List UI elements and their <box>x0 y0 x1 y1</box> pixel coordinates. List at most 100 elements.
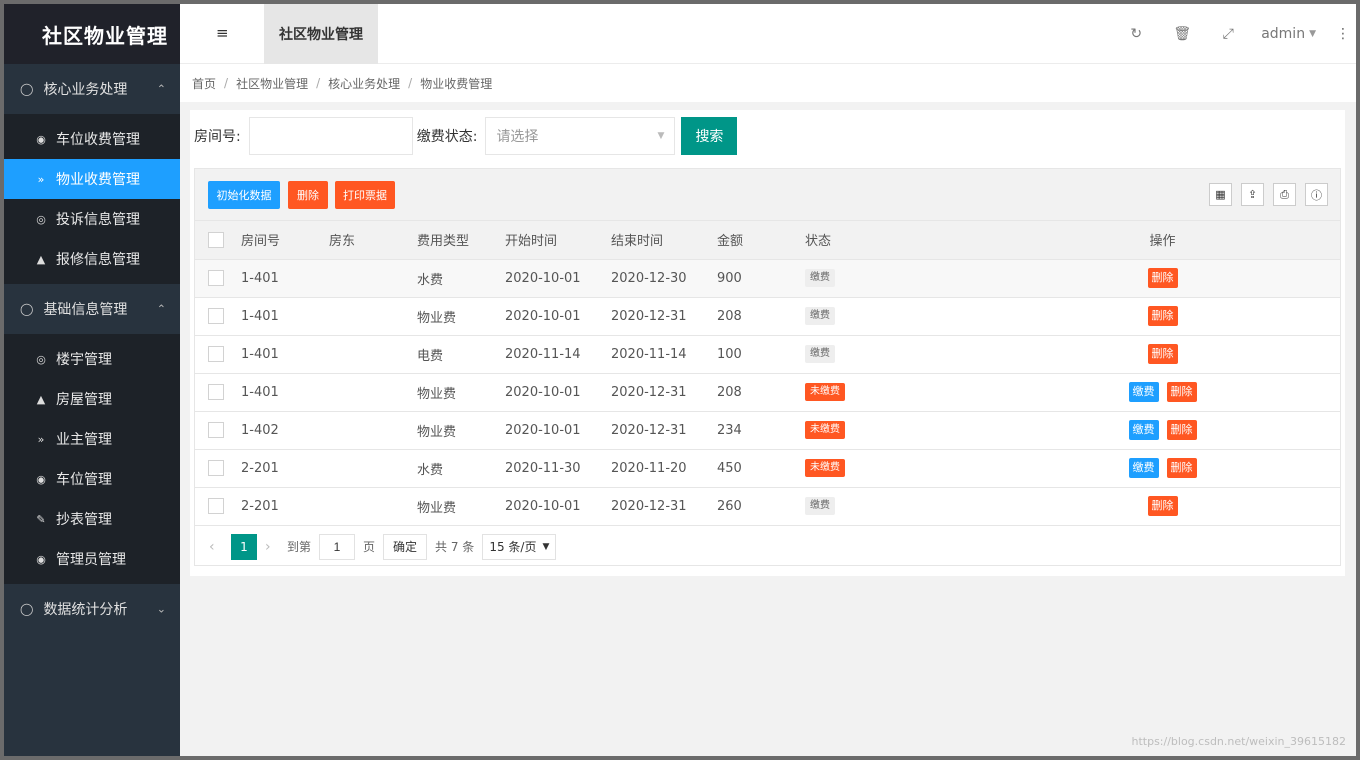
export-icon[interactable]: ⇪ <box>1241 183 1264 206</box>
info-icon[interactable]: ⓘ <box>1305 183 1328 206</box>
columns-icon[interactable]: ▦ <box>1209 183 1232 206</box>
room-cell: 1-401 <box>241 297 329 336</box>
batch-delete-button[interactable]: 删除 <box>288 181 328 209</box>
start-date-cell: 2020-11-14 <box>505 335 611 374</box>
start-date-cell: 2020-11-30 <box>505 449 611 488</box>
page-size-select[interactable]: 15 条/页 ▼ <box>482 533 557 560</box>
sidebar-item[interactable]: » 业主管理 <box>4 419 180 459</box>
end-date-cell: 2020-12-31 <box>611 373 717 412</box>
room-input[interactable] <box>248 117 413 155</box>
sidebar-item[interactable]: ◉ 管理员管理 <box>4 539 180 579</box>
main-card: 房间号: 缴费状态: 请选择 ▼ 搜索 初始化数据 删除 打印票据 ▦ ⇪ ⎙ … <box>190 110 1345 576</box>
pay-button[interactable]: 缴费 <box>1128 458 1159 478</box>
more-vertical-icon[interactable]: ⋮ <box>1330 26 1356 42</box>
refresh-icon[interactable]: ↻ <box>1113 26 1159 42</box>
column-header[interactable]: 结束时间 <box>611 221 717 260</box>
init-data-button[interactable]: 初始化数据 <box>208 181 280 209</box>
breadcrumb-item[interactable]: 核心业务处理 <box>328 75 400 92</box>
column-header[interactable]: 金额 <box>717 221 805 260</box>
current-page[interactable]: 1 <box>231 533 257 560</box>
table-row[interactable]: 1-402 物业费 2020-10-01 2020-12-31 234 未缴费 缴费 删除 <box>195 411 1340 450</box>
sidebar-item[interactable]: » 物业收费管理 <box>4 159 180 199</box>
menu-group-1[interactable]: ◯ 基础信息管理 ⌃ <box>4 284 180 334</box>
breadcrumb-separator: / <box>224 76 229 90</box>
search-button[interactable]: 搜索 <box>681 117 738 155</box>
user-menu[interactable]: admin ▼ <box>1251 26 1330 42</box>
row-select-cell <box>195 487 241 526</box>
column-header[interactable]: 房东 <box>329 221 417 260</box>
sidebar-item[interactable]: ▲ 房屋管理 <box>4 379 180 419</box>
pay-button[interactable]: 缴费 <box>1128 382 1159 402</box>
column-header[interactable]: 费用类型 <box>417 221 505 260</box>
end-date-cell: 2020-11-20 <box>611 449 717 488</box>
double-chevron-icon: » <box>37 432 45 446</box>
table-row[interactable]: 1-401 水费 2020-10-01 2020-12-30 900 缴费 删除 <box>195 259 1340 298</box>
header-tab[interactable]: 社区物业管理 <box>264 4 378 64</box>
amount-cell: 208 <box>717 297 805 336</box>
column-header[interactable]: 状态 <box>805 221 985 260</box>
select-all-checkbox[interactable] <box>208 231 224 248</box>
start-date-cell: 2020-10-01 <box>505 259 611 298</box>
row-checkbox[interactable] <box>208 460 224 476</box>
goto-confirm-button[interactable]: 确定 <box>383 533 428 560</box>
delete-row-button[interactable]: 删除 <box>1166 382 1197 402</box>
sidebar-item[interactable]: ▲ 报修信息管理 <box>4 239 180 279</box>
table-row[interactable]: 2-201 水费 2020-11-30 2020-11-20 450 未缴费 缴费 删除 <box>195 449 1340 488</box>
column-header[interactable]: 房间号 <box>241 221 329 260</box>
next-page-icon[interactable]: › <box>265 539 279 555</box>
fee-type-cell: 物业费 <box>417 297 505 336</box>
actions-cell: 缴费 删除 <box>985 373 1340 412</box>
delete-row-button[interactable]: 删除 <box>1147 306 1178 326</box>
menu-group-2[interactable]: ◯ 数据统计分析 ⌄ <box>4 584 180 634</box>
table-row[interactable]: 2-201 物业费 2020-10-01 2020-12-31 260 缴费 删除 <box>195 487 1340 526</box>
sidebar-item[interactable]: ◉ 车位收费管理 <box>4 119 180 159</box>
app-window: 社区物业管理 ◯ 核心业务处理 ⌃ ◉ 车位收费管理 » 物业收费管理 ◎ 投诉信息管理 ▲ 报修信… <box>4 4 1356 756</box>
row-checkbox[interactable] <box>208 422 224 438</box>
delete-row-button[interactable]: 删除 <box>1166 458 1197 478</box>
row-select-cell <box>195 259 241 298</box>
end-date-cell: 2020-12-31 <box>611 487 717 526</box>
breadcrumb-item[interactable]: 社区物业管理 <box>236 75 308 92</box>
collapse-menu-icon[interactable]: ≡ <box>216 24 232 44</box>
status-select[interactable]: 请选择 ▼ <box>485 117 676 155</box>
room-cell: 1-401 <box>241 259 329 298</box>
goto-page-input[interactable] <box>319 533 356 560</box>
submenu: ◎ 楼宇管理 ▲ 房屋管理 » 业主管理 ◉ 车位管理 ✎ 抄表管理 ◉ 管理员管理 <box>4 334 180 584</box>
amount-cell: 234 <box>717 411 805 450</box>
status-cell: 缴费 <box>805 297 985 336</box>
delete-row-button[interactable]: 删除 <box>1166 420 1197 440</box>
watermark: https://blog.csdn.net/weixin_39615182 <box>1131 735 1346 748</box>
table-row[interactable]: 1-401 物业费 2020-10-01 2020-12-31 208 未缴费 缴费 删除 <box>195 373 1340 412</box>
sidebar-item[interactable]: ✎ 抄表管理 <box>4 499 180 539</box>
sidebar-item[interactable]: ◎ 楼宇管理 <box>4 339 180 379</box>
target-icon: ◎ <box>36 212 46 226</box>
print-icon[interactable]: ⎙ <box>1273 183 1296 206</box>
compass-icon: ▲ <box>36 392 46 406</box>
sidebar-item[interactable]: ◎ 投诉信息管理 <box>4 199 180 239</box>
column-header[interactable]: 开始时间 <box>505 221 611 260</box>
delete-row-button[interactable]: 删除 <box>1147 344 1178 364</box>
status-cell: 未缴费 <box>805 411 985 450</box>
delete-row-button[interactable]: 删除 <box>1147 268 1178 288</box>
row-checkbox[interactable] <box>208 498 224 514</box>
app-logo: 社区物业管理 <box>4 4 180 64</box>
owner-cell <box>329 259 417 298</box>
breadcrumb-home[interactable]: 首页 <box>192 75 216 92</box>
fullscreen-icon[interactable]: ⤢ <box>1205 26 1251 42</box>
sidebar-item[interactable]: ◉ 车位管理 <box>4 459 180 499</box>
prev-page-icon[interactable]: ‹ <box>209 539 223 555</box>
row-checkbox[interactable] <box>208 308 224 324</box>
row-checkbox[interactable] <box>208 346 224 362</box>
delete-row-button[interactable]: 删除 <box>1147 496 1178 516</box>
end-date-cell: 2020-12-31 <box>611 297 717 336</box>
menu-group-0[interactable]: ◯ 核心业务处理 ⌃ <box>4 64 180 114</box>
trash-icon[interactable]: 🗑︎ <box>1159 26 1205 42</box>
row-checkbox[interactable] <box>208 384 224 400</box>
table-row[interactable]: 1-401 物业费 2020-10-01 2020-12-31 208 缴费 删除 <box>195 297 1340 336</box>
room-cell: 1-401 <box>241 335 329 374</box>
print-receipt-button[interactable]: 打印票据 <box>335 181 395 209</box>
row-checkbox[interactable] <box>208 270 224 286</box>
pay-button[interactable]: 缴费 <box>1128 420 1159 440</box>
table-row[interactable]: 1-401 电费 2020-11-14 2020-11-14 100 缴费 删除 <box>195 335 1340 374</box>
breadcrumb-current: 物业收费管理 <box>420 76 493 91</box>
